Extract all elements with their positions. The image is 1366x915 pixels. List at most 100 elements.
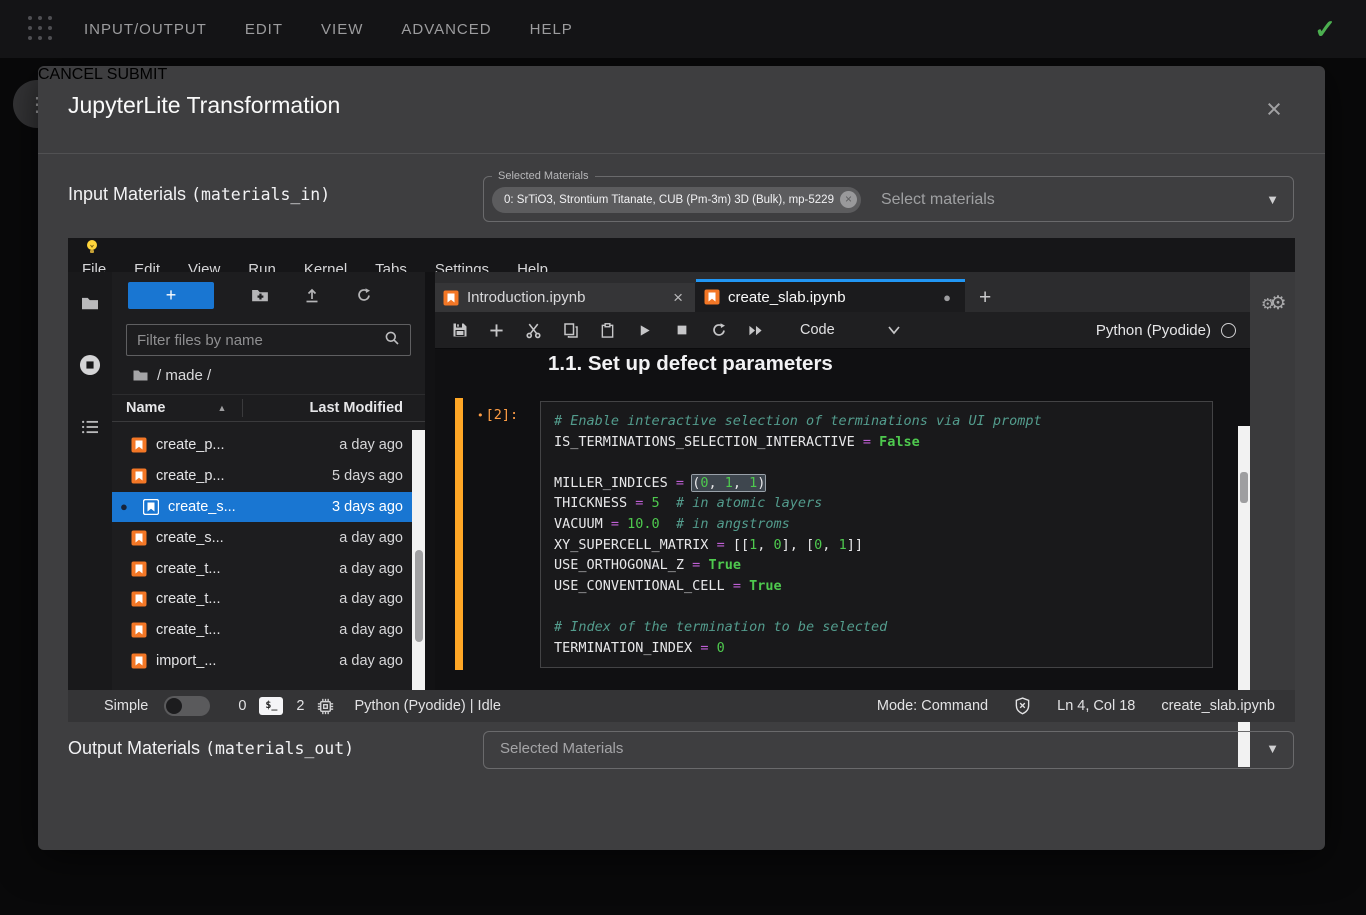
notebook-content[interactable]: 1.1. Set up defect parameters •[2]: # En… xyxy=(435,349,1250,690)
chevron-down-icon[interactable]: ▼ xyxy=(1266,192,1279,207)
topbar-menu-input-output[interactable]: INPUT/OUTPUT xyxy=(84,21,207,38)
file-list-item[interactable]: ● import_... a day ago xyxy=(112,646,412,677)
selected-material-chip[interactable]: 0: SrTiO3, Strontium Titanate, CUB (Pm-3… xyxy=(492,187,861,213)
materials-select-placeholder[interactable]: Select materials xyxy=(881,191,1266,209)
topbar-menu-advanced[interactable]: ADVANCED xyxy=(401,21,491,38)
input-materials-label: Input Materials (materials_in) xyxy=(68,184,330,205)
notebook-file-icon xyxy=(131,653,147,669)
stop-kernel-icon[interactable] xyxy=(663,323,700,337)
new-folder-icon[interactable] xyxy=(234,287,286,303)
topbar-menu-edit[interactable]: EDIT xyxy=(245,21,283,38)
breadcrumb[interactable]: / made / xyxy=(112,356,425,394)
file-list-item[interactable]: ● create_t... a day ago xyxy=(112,584,412,615)
terminal-icon[interactable]: $_ xyxy=(259,697,283,715)
terminal-count[interactable]: 0 xyxy=(238,698,246,714)
filter-files-input[interactable] xyxy=(127,332,384,349)
unsaved-dot-icon[interactable]: ● xyxy=(929,290,965,305)
file-list-item[interactable]: ● create_s... 3 days ago xyxy=(112,492,412,523)
code-line: XY_SUPERCELL_MATRIX = [[1, 0], [0, 1]] xyxy=(554,535,1199,556)
file-modified: 3 days ago xyxy=(332,499,412,515)
paste-cells-icon[interactable] xyxy=(589,322,626,339)
add-tab-icon[interactable]: + xyxy=(965,283,1005,312)
file-name: create_s... xyxy=(168,499,332,515)
file-modified: a day ago xyxy=(339,622,412,638)
cut-cells-icon[interactable] xyxy=(515,322,552,339)
tab-create-slab[interactable]: create_slab.ipynb ● xyxy=(696,279,965,312)
simple-mode-label: Simple xyxy=(104,698,148,714)
settings-gears-icon[interactable]: ⚙⚙ xyxy=(1261,294,1287,313)
run-cell-icon[interactable] xyxy=(626,323,663,338)
file-list-item[interactable]: ● create_t... a day ago xyxy=(112,615,412,646)
restart-kernel-icon[interactable] xyxy=(700,322,737,338)
kernel-status-icon[interactable] xyxy=(1221,323,1236,338)
tab-introduction[interactable]: Introduction.ipynb × xyxy=(435,283,696,312)
chevron-down-icon[interactable]: ▼ xyxy=(1266,741,1279,756)
file-name: create_p... xyxy=(156,437,339,453)
column-name[interactable]: Name xyxy=(112,400,166,416)
save-icon[interactable] xyxy=(441,322,478,338)
add-cell-icon[interactable] xyxy=(478,323,515,338)
cell-type-select[interactable]: Code xyxy=(800,322,835,338)
chip-label: 0: SrTiO3, Strontium Titanate, CUB (Pm-3… xyxy=(504,194,834,206)
app-logo-icon[interactable] xyxy=(28,16,54,42)
copy-cells-icon[interactable] xyxy=(552,322,589,339)
running-kernels-icon[interactable] xyxy=(79,334,101,396)
file-list-item[interactable]: ● create_s... a day ago xyxy=(112,522,412,553)
file-list-item[interactable]: ● create_p... a day ago xyxy=(112,430,412,461)
file-modified: a day ago xyxy=(339,437,412,453)
notebook-file-icon xyxy=(143,499,159,515)
kernel-count[interactable]: 2 xyxy=(296,698,304,714)
code-line: THICKNESS = 5 # in atomic layers xyxy=(554,493,1199,514)
jupyter-status-bar: Simple 0 $_ 2 Python (Pyodide) | Idle Mo… xyxy=(68,690,1295,722)
cursor-position[interactable]: Ln 4, Col 18 xyxy=(1057,698,1135,714)
file-list-item[interactable]: ● create_p... 5 days ago xyxy=(112,461,412,492)
table-of-contents-icon[interactable] xyxy=(80,396,100,458)
panel-splitter[interactable] xyxy=(425,272,435,690)
input-select-legend: Selected Materials xyxy=(492,170,595,182)
close-tab-icon[interactable]: × xyxy=(661,288,695,308)
input-materials-select[interactable]: Selected Materials 0: SrTiO3, Strontium … xyxy=(483,170,1294,222)
chevron-down-icon[interactable] xyxy=(887,325,901,335)
topbar-menu-help[interactable]: HELP xyxy=(530,21,573,38)
dialog-header: JupyterLite Transformation × xyxy=(38,66,1325,154)
simple-mode-toggle[interactable] xyxy=(164,696,210,716)
file-name: create_p... xyxy=(156,468,332,484)
upload-icon[interactable] xyxy=(286,287,338,303)
restart-run-all-icon[interactable] xyxy=(737,323,774,338)
notebook-file-icon xyxy=(131,468,147,484)
file-list-scrollbar[interactable] xyxy=(412,430,425,690)
file-browser-icon[interactable] xyxy=(80,272,100,334)
file-modified: 5 days ago xyxy=(332,468,412,484)
filter-files-box xyxy=(126,324,411,356)
output-materials-select[interactable]: Selected Materials ▼ xyxy=(483,731,1294,769)
check-icon[interactable]: ✓ xyxy=(1314,14,1336,45)
notebook-icon xyxy=(443,290,459,306)
topbar-menu-view[interactable]: VIEW xyxy=(321,21,363,38)
new-launcher-button[interactable]: + xyxy=(128,282,214,309)
trust-shield-icon[interactable] xyxy=(1014,697,1031,715)
search-icon[interactable] xyxy=(384,330,400,351)
chip-remove-icon[interactable]: × xyxy=(840,191,857,208)
file-modified: a day ago xyxy=(339,591,412,607)
file-modified: a day ago xyxy=(339,530,412,546)
code-line: # Index of the termination to be selecte… xyxy=(554,617,1199,638)
column-last-modified[interactable]: Last Modified xyxy=(243,400,425,416)
file-list-item[interactable]: ● create_t... a day ago xyxy=(112,553,412,584)
lightbulb-icon[interactable] xyxy=(84,243,100,260)
file-name: create_t... xyxy=(156,591,339,607)
file-browser: + xyxy=(112,272,425,690)
kernel-status-text[interactable]: Python (Pyodide) | Idle xyxy=(354,698,500,714)
command-mode-indicator[interactable]: Mode: Command xyxy=(877,698,988,714)
refresh-icon[interactable] xyxy=(338,287,390,303)
file-name: create_t... xyxy=(156,561,339,577)
notebook-file-icon xyxy=(131,530,147,546)
close-icon[interactable]: × xyxy=(1259,94,1289,124)
code-line xyxy=(554,596,1199,617)
status-filename[interactable]: create_slab.ipynb xyxy=(1161,698,1275,714)
kernel-chip-icon[interactable] xyxy=(317,698,334,715)
section-heading: 1.1. Set up defect parameters xyxy=(548,352,833,376)
kernel-name[interactable]: Python (Pyodide) xyxy=(1096,322,1211,339)
right-sidebar: ⚙⚙ xyxy=(1250,272,1295,690)
code-cell-editor[interactable]: # Enable interactive selection of termin… xyxy=(540,401,1213,668)
sort-ascending-icon[interactable]: ▲ xyxy=(218,403,227,413)
